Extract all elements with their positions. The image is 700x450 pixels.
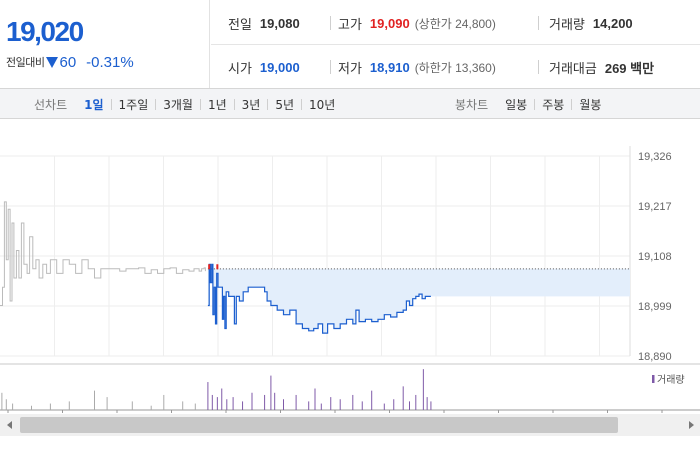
tab-candle-0[interactable]: 일봉 <box>498 96 534 113</box>
arrow-right-icon <box>688 421 694 429</box>
divider <box>211 44 700 45</box>
divider <box>538 60 539 74</box>
scroll-right-button[interactable] <box>682 414 700 436</box>
change-value: 60 <box>59 53 77 71</box>
stat-high: 고가 19,090 (상한가 24,800) <box>338 13 496 33</box>
arrow-left-icon <box>6 421 12 429</box>
stat-label: 거래량 <box>549 17 585 33</box>
line-chart-label: 선차트 <box>34 97 68 112</box>
y-tick-label: 19,217 <box>638 201 672 213</box>
stat-prev-close: 전일 19,080 <box>228 13 300 33</box>
tab-line-3[interactable]: 1년 <box>201 96 234 113</box>
volume-legend-label: 거래량 <box>657 374 685 386</box>
divider <box>330 60 331 74</box>
triangle-down-icon <box>46 56 59 68</box>
tab-candle-2[interactable]: 월봉 <box>572 96 608 113</box>
stat-sub: (하한가 13,360) <box>414 60 496 75</box>
scroll-left-button[interactable] <box>0 414 18 436</box>
tab-line-4[interactable]: 3년 <box>235 96 268 113</box>
intraday-chart[interactable]: 19,326 19,217 19,108 18,999 18,890 거래량 <box>0 119 700 414</box>
stat-value: 19,090 <box>369 15 410 31</box>
stat-value: 18,910 <box>369 59 410 75</box>
y-axis-ticks: 19,326 19,217 19,108 18,999 18,890 <box>638 151 672 363</box>
stat-open: 시가 19,000 <box>228 57 300 77</box>
divider <box>538 16 539 30</box>
scroll-thumb[interactable] <box>20 417 618 433</box>
y-tick-label: 19,326 <box>638 151 672 163</box>
stat-low: 저가 18,910 (하한가 13,360) <box>338 57 496 77</box>
chart-tabbar: 선차트 1일 1주일 3개월 1년 3년 5년 10년 봉차트 일봉 주봉 월봉 <box>0 89 700 119</box>
tab-line-0[interactable]: 1일 <box>77 96 110 113</box>
price-box: 19,020 전일대비 60 -0.31% <box>0 0 210 88</box>
candle-chart-tabs: 봉차트 일봉 주봉 월봉 <box>455 89 608 119</box>
chart-area-fill <box>207 264 630 334</box>
candle-chart-label: 봉차트 <box>455 97 489 112</box>
change-row: 전일대비 60 -0.31% <box>6 53 134 71</box>
tab-line-5[interactable]: 5년 <box>268 96 301 113</box>
chart-scrollbar[interactable] <box>0 414 700 436</box>
stat-label: 전일 <box>228 17 252 33</box>
line-chart-tabs: 선차트 1일 1주일 3개월 1년 3년 5년 10년 <box>34 89 342 119</box>
tab-line-1[interactable]: 1주일 <box>112 96 156 113</box>
stat-trade-value: 거래대금 269 백만 <box>549 57 654 77</box>
volume-panel: 거래량 <box>1 369 685 410</box>
stat-value: 269 백만 <box>604 60 655 76</box>
change-label: 전일대비 <box>6 56 45 69</box>
divider <box>330 16 331 30</box>
tab-line-2[interactable]: 3개월 <box>156 96 200 113</box>
stat-value: 19,000 <box>259 59 300 75</box>
stat-label: 고가 <box>338 17 362 33</box>
quote-stats: 전일 19,080 고가 19,090 (상한가 24,800) 거래량 14,… <box>211 0 700 88</box>
stat-label: 저가 <box>338 61 362 77</box>
stat-value: 14,200 <box>592 15 633 31</box>
tab-line-6[interactable]: 10년 <box>302 96 342 113</box>
tab-candle-1[interactable]: 주봉 <box>535 96 571 113</box>
stat-label: 거래대금 <box>549 61 597 77</box>
area-fill <box>207 264 630 334</box>
y-tick-label: 19,108 <box>638 251 672 263</box>
stat-value: 19,080 <box>259 15 300 31</box>
y-tick-label: 18,999 <box>638 301 672 313</box>
stat-volume: 거래량 14,200 <box>549 13 633 33</box>
volume-legend-swatch <box>652 375 655 383</box>
stat-sub: (상한가 24,800) <box>414 16 496 31</box>
current-price: 19,020 <box>6 16 84 47</box>
y-tick-label: 18,890 <box>638 351 672 363</box>
prior-day-line <box>0 201 206 306</box>
quote-panel: 19,020 전일대비 60 -0.31% 전일 19,080 고가 19,09… <box>0 0 700 89</box>
stat-label: 시가 <box>228 61 252 77</box>
chart-grid <box>0 119 700 413</box>
change-rate: -0.31% <box>86 53 134 71</box>
